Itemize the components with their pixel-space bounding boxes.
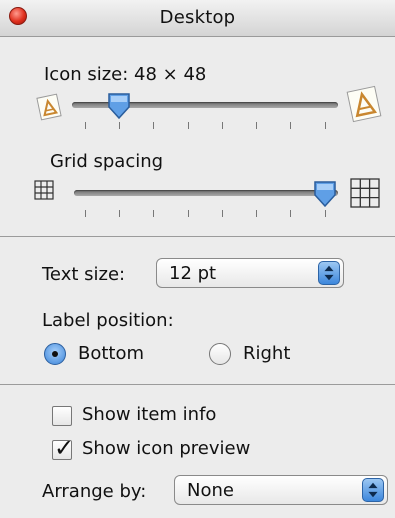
icon-size-slider-ticks [85,122,326,130]
checkmark-icon: ✓ [54,434,75,462]
grid-spacing-label: Grid spacing [50,151,164,172]
grid-spacing-slider-track [74,190,338,196]
title-bar: Desktop [0,0,395,37]
label-position-label: Label position: [42,310,174,331]
radio-bottom[interactable] [44,343,66,365]
show-icon-preview-checkbox[interactable]: ✓ [52,434,74,462]
show-item-info-label: Show item info [82,404,217,425]
grid-spacing-slider-thumb[interactable] [312,180,338,208]
divider [0,236,395,237]
arrange-by-label: Arrange by: [42,481,147,502]
divider [0,384,395,385]
text-size-popup[interactable]: 12 pt [156,258,344,288]
popup-arrows-icon [362,478,384,502]
window-title: Desktop [159,7,236,28]
radio-bottom-label: Bottom [78,343,145,364]
arrange-by-popup[interactable]: None [174,475,388,505]
grid-spacing-slider[interactable] [74,181,338,224]
large-icon-preview-icon [346,85,382,123]
icon-size-slider[interactable] [72,93,338,136]
text-size-value: 12 pt [169,263,217,284]
grid-spacing-slider-ticks [85,210,326,218]
show-item-info-checkbox[interactable] [52,406,72,426]
large-grid-icon [350,178,380,208]
small-icon-preview-icon [36,93,62,121]
text-size-label: Text size: [42,264,126,285]
show-icon-preview-label: Show icon preview [82,438,251,459]
arrange-by-value: None [187,480,234,501]
small-grid-icon [34,180,54,200]
popup-arrows-icon [318,261,340,285]
icon-size-label: Icon size: 48 × 48 [44,64,207,85]
radio-right-label: Right [243,343,291,364]
radio-right[interactable] [209,343,231,365]
icon-size-slider-thumb[interactable] [106,92,132,120]
